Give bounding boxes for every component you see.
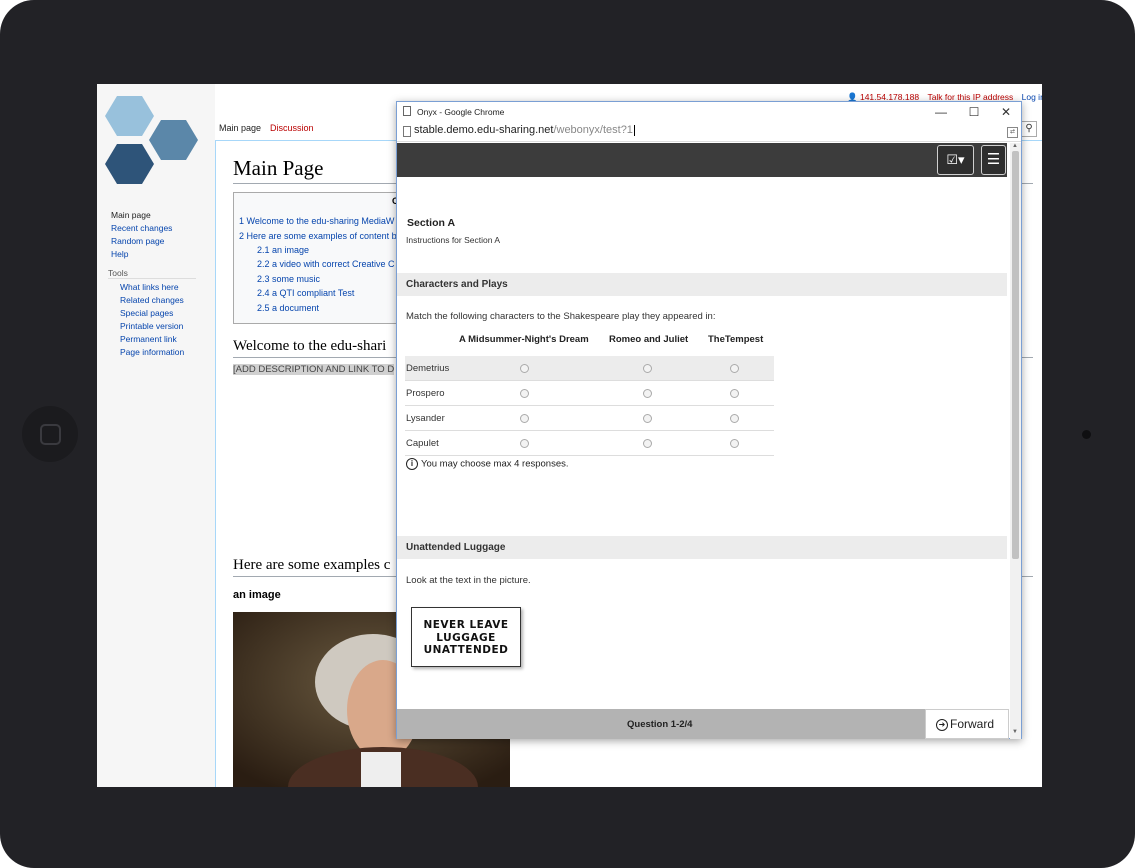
hamburger-menu-icon[interactable]: ☰ (981, 145, 1006, 175)
radio-option[interactable] (730, 364, 739, 373)
section-instructions: Instructions for Section A (406, 235, 501, 245)
vertical-scrollbar[interactable]: ▲ ▼ (1010, 143, 1021, 739)
match-row: Capulet (405, 431, 774, 456)
page-icon (403, 106, 411, 116)
match-column-header: TheTempest (708, 334, 764, 345)
sign-line: LUGGAGE (436, 631, 496, 644)
luggage-sign-image: NEVER LEAVE LUGGAGE UNATTENDED (411, 607, 521, 667)
question-prompt: Look at the text in the picture. (406, 575, 531, 586)
radio-option[interactable] (520, 364, 529, 373)
url-field[interactable]: stable.demo.edu-sharing.net/webonyx/test… (414, 124, 635, 136)
sidebar-item-recent-changes[interactable]: Recent changes (111, 222, 172, 235)
search-icon[interactable]: ⚲ (1021, 121, 1037, 137)
welcome-heading: Welcome to the edu-shari (233, 338, 387, 354)
url-host: stable.demo.edu-sharing.net (414, 124, 554, 136)
clipboard-check-icon[interactable]: ☑▾ (937, 145, 974, 175)
radio-option[interactable] (643, 389, 652, 398)
match-row: Lysander (405, 406, 774, 431)
hint-text: You may choose max 4 responses. (421, 458, 569, 470)
address-bar[interactable]: stable.demo.edu-sharing.net/webonyx/test… (397, 122, 1021, 142)
arrow-right-icon: ➜ (936, 718, 948, 731)
forward-label: Forward (950, 717, 995, 731)
sign-line: UNATTENDED (423, 644, 509, 656)
toc-item[interactable]: 2.5 a document (257, 303, 319, 313)
toc-item[interactable]: 2.3 some music (257, 274, 320, 284)
maximize-button[interactable]: ☐ (960, 103, 988, 121)
examples-heading: Here are some examples c (233, 557, 391, 573)
tool-permanent-link[interactable]: Permanent link (120, 333, 184, 346)
response-hint: i You may choose max 4 responses. (406, 458, 569, 470)
minimize-button[interactable]: — (927, 103, 955, 121)
radio-option[interactable] (643, 414, 652, 423)
sidebar-item-random-page[interactable]: Random page (111, 235, 172, 248)
sidebar-item-help[interactable]: Help (111, 248, 172, 261)
chrome-popup-window: Onyx - Google Chrome — ☐ ✕ stable.demo.e… (396, 101, 1022, 739)
radio-option[interactable] (730, 389, 739, 398)
page-title: Main Page (233, 156, 324, 180)
wiki-logo (105, 96, 198, 184)
toc-item[interactable]: 2 Here are some examples of content b (239, 231, 397, 241)
tablet-frame: Main page Recent changes Random page Hel… (0, 0, 1135, 868)
toc-item[interactable]: 2.1 an image (257, 245, 309, 255)
tools-heading: Tools (108, 268, 196, 279)
tool-what-links-here[interactable]: What links here (120, 281, 184, 294)
tool-printable-version[interactable]: Printable version (120, 320, 184, 333)
tool-related-changes[interactable]: Related changes (120, 294, 184, 307)
radio-option[interactable] (643, 439, 652, 448)
radio-option[interactable] (730, 414, 739, 423)
radio-option[interactable] (730, 439, 739, 448)
close-button[interactable]: ✕ (992, 103, 1020, 121)
url-path: /webonyx/test?1 (553, 124, 633, 136)
onyx-toolbar: ☑▾ ☰ (397, 143, 1007, 177)
radio-option[interactable] (520, 414, 529, 423)
wiki-sidebar: Main page Recent changes Random page Hel… (97, 84, 215, 787)
match-row: Prospero (405, 381, 774, 406)
sidebar-navigation: Main page Recent changes Random page Hel… (111, 209, 172, 261)
match-column-header: A Midsummer-Night's Dream (459, 334, 589, 345)
tool-page-information[interactable]: Page information (120, 346, 184, 359)
page-info-icon[interactable] (403, 126, 411, 137)
test-content: Section A Instructions for Section A Cha… (397, 177, 1007, 709)
question-counter: Question 1-2/4 (627, 719, 693, 730)
scroll-down-icon[interactable]: ▼ (1012, 729, 1018, 735)
home-square-icon (40, 424, 61, 445)
info-icon: i (406, 458, 418, 470)
login-link[interactable]: Log in (1022, 92, 1042, 102)
tab-main-page[interactable]: Main page (219, 123, 261, 133)
toc-item[interactable]: 2.2 a video with correct Creative C (257, 259, 395, 269)
translate-icon[interactable]: ⇄ (1007, 127, 1018, 138)
radio-option[interactable] (520, 389, 529, 398)
scrollbar-thumb[interactable] (1012, 151, 1019, 559)
radio-option[interactable] (520, 439, 529, 448)
image-heading: an image (233, 589, 281, 601)
character-label: Capulet (406, 438, 439, 449)
scroll-up-icon[interactable]: ▲ (1012, 143, 1018, 149)
character-label: Lysander (406, 413, 445, 424)
question-heading: Characters and Plays (397, 273, 1007, 296)
sign-line: NEVER LEAVE (423, 619, 509, 631)
window-titlebar: Onyx - Google Chrome — ☐ ✕ (397, 102, 1021, 122)
test-footer: Question 1-2/4 ➜ Forward (397, 709, 1009, 739)
section-title: Section A (407, 217, 456, 229)
tool-special-pages[interactable]: Special pages (120, 307, 184, 320)
tools-navigation: What links here Related changes Special … (120, 281, 184, 359)
radio-option[interactable] (643, 364, 652, 373)
character-label: Demetrius (406, 363, 450, 374)
toc-item[interactable]: 1 Welcome to the edu-sharing MediaW (239, 216, 394, 226)
character-label: Prospero (406, 388, 445, 399)
tablet-screen: Main page Recent changes Random page Hel… (97, 84, 1042, 787)
toc-item[interactable]: 2.4 a QTI compliant Test (257, 288, 354, 298)
question-heading: Unattended Luggage (397, 536, 1007, 559)
sidebar-item-main-page[interactable]: Main page (111, 209, 172, 222)
tab-discussion[interactable]: Discussion (270, 123, 314, 133)
home-button[interactable] (22, 406, 78, 462)
match-row: Demetrius (405, 356, 774, 381)
match-column-header: Romeo and Juliet (609, 334, 689, 345)
camera-dot (1082, 430, 1091, 439)
window-title: Onyx - Google Chrome (417, 107, 505, 117)
question-prompt: Match the following characters to the Sh… (406, 311, 716, 322)
add-description-text: [ADD DESCRIPTION AND LINK TO D (233, 364, 395, 375)
forward-button[interactable]: ➜ Forward (925, 709, 1009, 739)
